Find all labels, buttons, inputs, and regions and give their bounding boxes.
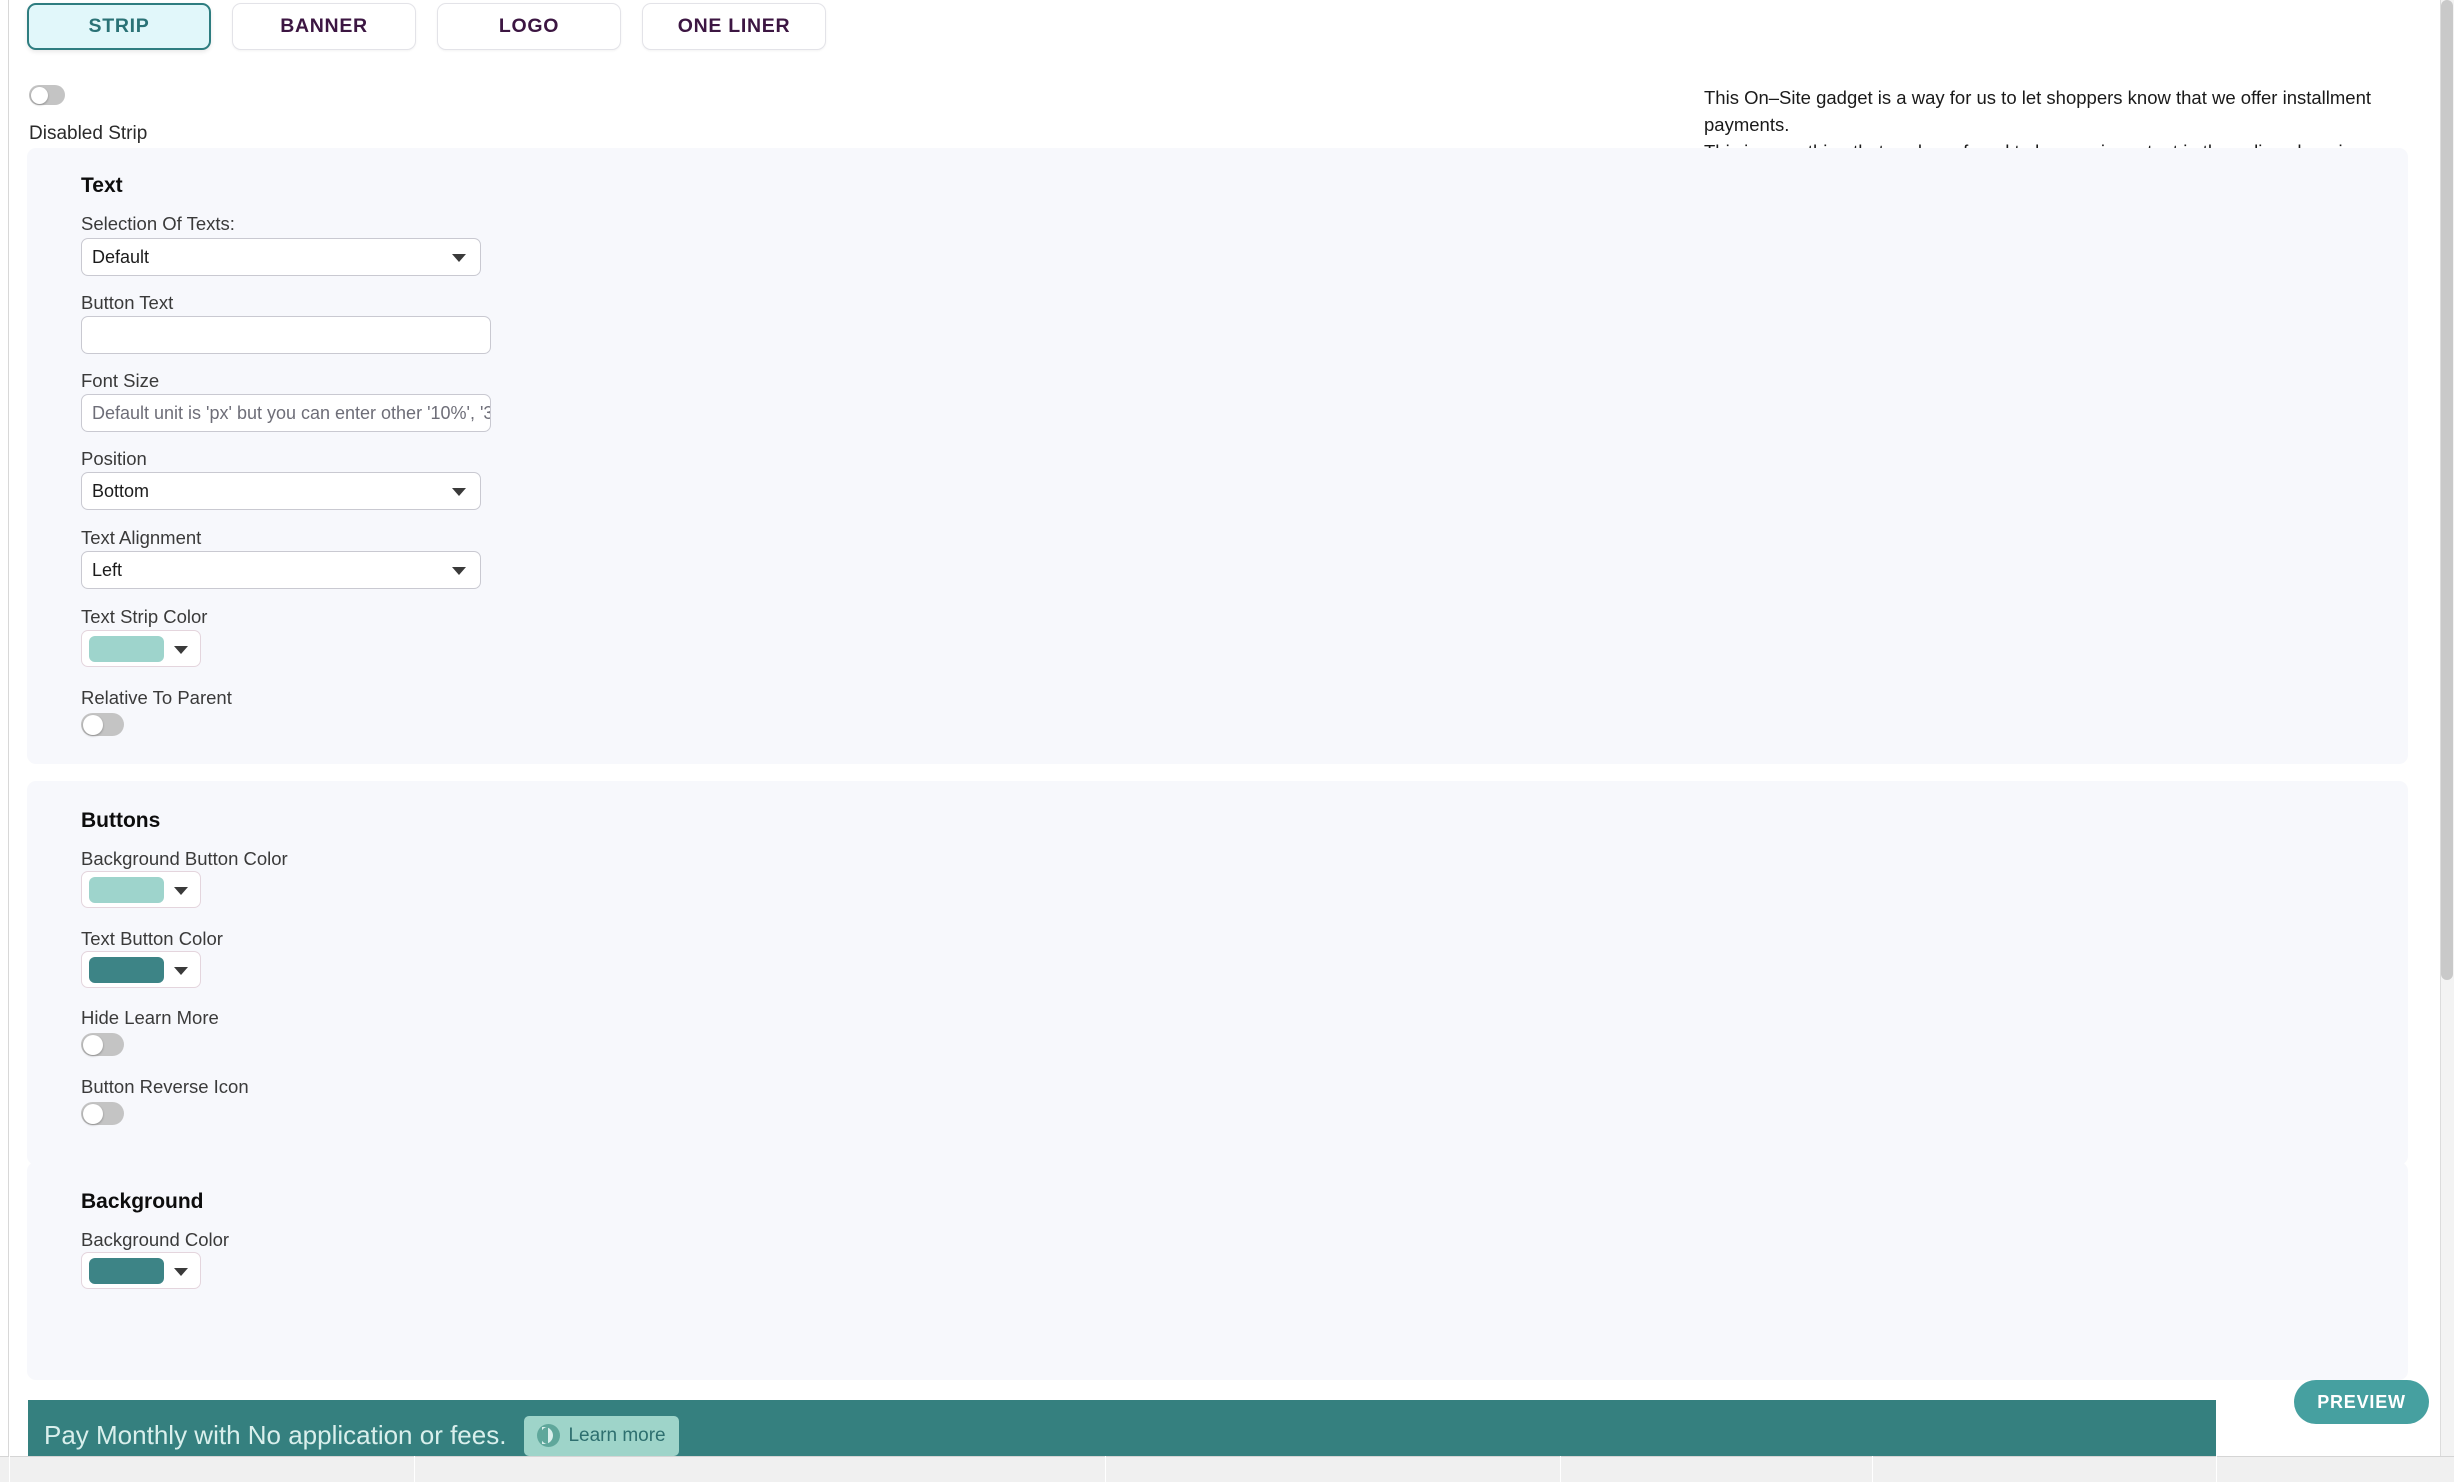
chevron-down-icon	[174, 1267, 188, 1276]
scrollbar-divider	[1105, 1456, 1106, 1482]
toggle-knob-icon	[30, 86, 48, 104]
position-select[interactable]: Bottom	[81, 472, 481, 510]
text-alignment-label: Text Alignment	[81, 527, 202, 548]
vertical-scrollbar-thumb[interactable]	[2441, 0, 2453, 980]
text-strip-color-label: Text Strip Color	[81, 606, 208, 627]
font-size-placeholder: Default unit is 'px' but you can enter o…	[92, 402, 490, 423]
text-alignment-value: Left	[92, 559, 123, 580]
background-section-title: Background	[81, 1190, 204, 1213]
background-color-picker[interactable]	[81, 1252, 201, 1289]
chevron-down-icon	[174, 966, 188, 975]
background-color-label: Background Color	[81, 1229, 230, 1250]
left-border-rail	[0, 0, 9, 1482]
toggle-knob-icon	[82, 714, 103, 735]
background-button-color-label: Background Button Color	[81, 848, 288, 869]
button-reverse-icon-toggle[interactable]	[81, 1102, 124, 1125]
scrollbar-divider	[414, 1456, 415, 1482]
button-reverse-icon-label: Button Reverse Icon	[81, 1076, 249, 1097]
button-text-input[interactable]	[81, 316, 491, 354]
relative-to-parent-label: Relative To Parent	[81, 687, 232, 708]
vertical-scrollbar[interactable]	[2440, 0, 2454, 1456]
selection-of-texts-select[interactable]: Default	[81, 238, 481, 276]
position-value: Bottom	[92, 480, 150, 501]
position-label: Position	[81, 448, 147, 469]
text-button-color-picker[interactable]	[81, 951, 201, 988]
tab-strip[interactable]: STRIP	[27, 3, 211, 50]
tab-logo[interactable]: LOGO	[437, 3, 621, 50]
buttons-section-title: Buttons	[81, 809, 161, 832]
description-line-1: This On–Site gadget is a way for us to l…	[1704, 87, 2372, 135]
toggle-knob-icon	[82, 1103, 103, 1124]
scrollbar-divider	[2216, 1456, 2217, 1482]
gadget-type-tabs: STRIP BANNER LOGO ONE LINER	[27, 3, 826, 50]
disabled-strip-toggle[interactable]	[29, 85, 65, 105]
selection-of-texts-value: Default	[92, 246, 150, 267]
relative-to-parent-toggle[interactable]	[81, 713, 124, 736]
tab-one-liner-label: ONE LINER	[677, 15, 791, 37]
text-alignment-select[interactable]: Left	[81, 551, 481, 589]
scrollbar-divider	[1560, 1456, 1561, 1482]
brand-logo-icon	[537, 1424, 561, 1447]
disabled-strip-label: Disabled Strip	[29, 123, 148, 144]
app-root: STRIP BANNER LOGO ONE LINER Disabled Str…	[0, 0, 2454, 1482]
tab-logo-label: LOGO	[498, 15, 560, 37]
toggle-knob-icon	[82, 1034, 103, 1055]
disabled-strip-control: Disabled Strip	[29, 85, 147, 145]
preview-button-label: PREVIEW	[2317, 1391, 2406, 1412]
tab-banner[interactable]: BANNER	[232, 3, 416, 50]
text-button-color-swatch	[89, 956, 164, 983]
scrollbar-divider	[1872, 1456, 1873, 1482]
background-button-color-swatch	[89, 876, 164, 903]
tab-one-liner[interactable]: ONE LINER	[642, 3, 826, 50]
text-section-panel: Text Selection Of Texts: Default Button …	[27, 148, 2408, 764]
font-size-input[interactable]: Default unit is 'px' but you can enter o…	[81, 394, 491, 432]
horizontal-scrollbar[interactable]	[0, 1456, 2454, 1482]
learn-more-label: Learn more	[568, 1424, 666, 1446]
chevron-down-icon	[452, 567, 466, 575]
chevron-down-icon	[452, 254, 466, 262]
button-text-label: Button Text	[81, 292, 174, 313]
preview-strip-message: Pay Monthly with No application or fees.	[44, 1420, 507, 1450]
chevron-down-icon	[174, 645, 188, 654]
chevron-down-icon	[174, 886, 188, 895]
text-strip-color-picker[interactable]	[81, 630, 201, 667]
text-button-color-label: Text Button Color	[81, 928, 223, 949]
background-button-color-picker[interactable]	[81, 871, 201, 908]
text-strip-color-swatch	[89, 635, 164, 662]
preview-button[interactable]: PREVIEW	[2294, 1380, 2429, 1424]
selection-of-texts-label: Selection Of Texts:	[81, 213, 235, 234]
tab-banner-label: BANNER	[280, 15, 368, 37]
buttons-section-panel: Buttons Background Button Color Text But…	[27, 781, 2408, 1165]
tab-strip-label: STRIP	[88, 15, 150, 37]
text-section-title: Text	[81, 174, 123, 197]
chevron-down-icon	[452, 488, 466, 496]
hide-learn-more-toggle[interactable]	[81, 1033, 124, 1056]
font-size-label: Font Size	[81, 370, 160, 391]
hide-learn-more-label: Hide Learn More	[81, 1007, 219, 1028]
background-section-panel: Background Background Color	[27, 1162, 2408, 1380]
learn-more-button[interactable]: Learn more	[524, 1415, 679, 1456]
background-color-swatch	[89, 1257, 164, 1284]
scrollbar-divider	[9, 1456, 10, 1482]
